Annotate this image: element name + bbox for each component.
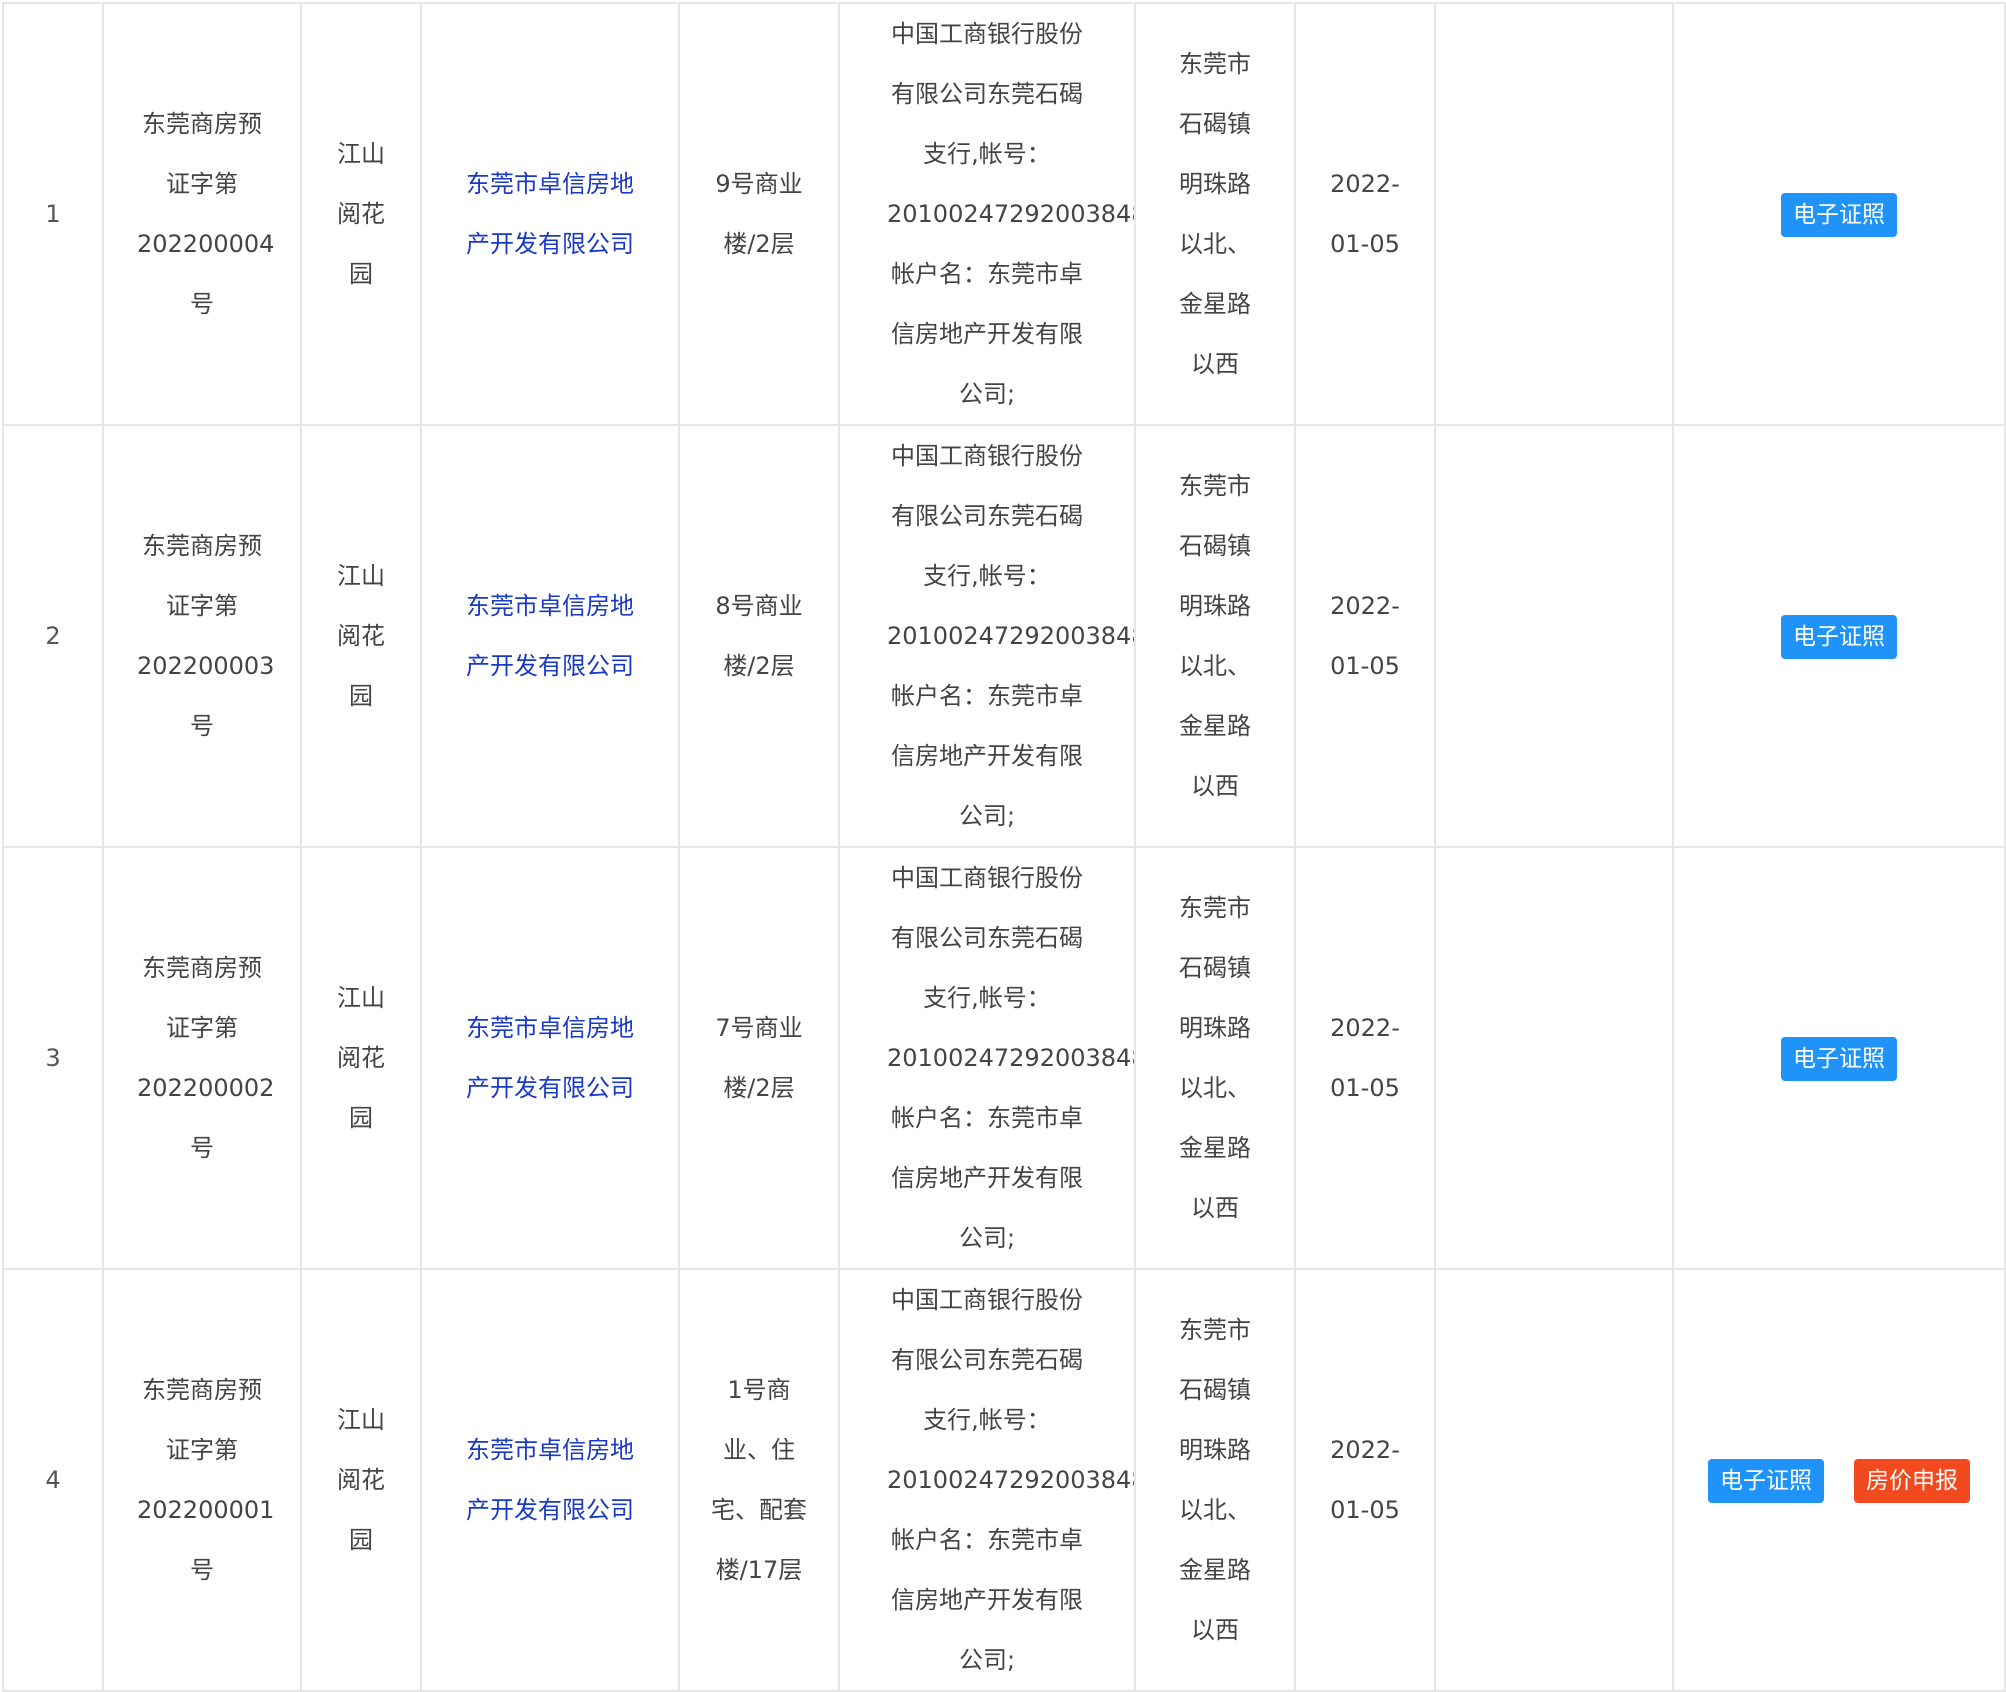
developer-link[interactable]: 东莞市卓信房地产开发有限公司 [460,1420,640,1540]
building-info-cell: 1号商业、住宅、配套楼/17层 [678,1268,840,1692]
permit-number-cell: 东莞商房预证字第202200003号 [102,424,302,848]
project-name: 江山阅花园 [337,1406,385,1554]
bank-account-info-cell: 中国工商银行股份有限公司东莞石碣支行,帐号：201002472920038488… [838,1268,1136,1692]
bank-account-info: 中国工商银行股份有限公司东莞石碣支行,帐号：201002472920038488… [887,442,1133,830]
project-location-cell: 东莞市石碣镇明珠路以北、金星路以西 [1134,2,1296,426]
row-index-cell: 1 [2,2,104,426]
project-location-cell: 东莞市石碣镇明珠路以北、金星路以西 [1134,846,1296,1270]
project-name: 江山阅花园 [337,562,385,710]
project-name-cell: 江山阅花园 [300,846,422,1270]
permit-number: 东莞商房预证字第202200001号 [137,1376,275,1584]
actions-cell: 电子证照 房价申报 [1672,1268,2006,1692]
project-location: 东莞市石碣镇明珠路以北、金星路以西 [1179,50,1251,378]
project-location-cell: 东莞市石碣镇明珠路以北、金星路以西 [1134,1268,1296,1692]
building-info-cell: 7号商业楼/2层 [678,846,840,1270]
row-index: 4 [45,1466,61,1494]
e-license-button[interactable]: 电子证照 [1781,1037,1897,1081]
row-index: 1 [45,200,61,228]
project-location-cell: 东莞市石碣镇明珠路以北、金星路以西 [1134,424,1296,848]
developer-link-cell: 东莞市卓信房地产开发有限公司 [420,424,680,848]
issue-date-cell: 2022-01-05 [1294,846,1436,1270]
empty-cell-cell [1434,2,1674,426]
issue-date: 2022-01-05 [1330,592,1400,680]
table-row: 1 东莞商房预证字第202200004号 江山阅花园 东莞市卓信房地产开发有限公司 9号… [2,2,2006,426]
empty-cell-cell [1434,424,1674,848]
row-index: 2 [45,622,61,650]
project-name-cell: 江山阅花园 [300,424,422,848]
building-info: 9号商业楼/2层 [715,170,803,258]
developer-link[interactable]: 东莞市卓信房地产开发有限公司 [460,154,640,274]
e-license-button[interactable]: 电子证照 [1781,193,1897,237]
developer-link[interactable]: 东莞市卓信房地产开发有限公司 [460,998,640,1118]
developer-link-cell: 东莞市卓信房地产开发有限公司 [420,846,680,1270]
project-name-cell: 江山阅花园 [300,2,422,426]
building-info: 1号商业、住宅、配套楼/17层 [711,1376,807,1584]
building-info: 7号商业楼/2层 [715,1014,803,1102]
row-index-cell: 2 [2,424,104,848]
bank-account-info-cell: 中国工商银行股份有限公司东莞石碣支行,帐号：201002472920038488… [838,2,1136,426]
bank-account-info-cell: 中国工商银行股份有限公司东莞石碣支行,帐号：201002472920038488… [838,424,1136,848]
e-license-button[interactable]: 电子证照 [1781,615,1897,659]
developer-link-cell: 东莞市卓信房地产开发有限公司 [420,2,680,426]
actions-cell: 电子证照 [1672,2,2006,426]
developer-link-cell: 东莞市卓信房地产开发有限公司 [420,1268,680,1692]
permit-number: 东莞商房预证字第202200004号 [137,110,275,318]
actions-cell: 电子证照 [1672,424,2006,848]
table-row: 4 东莞商房预证字第202200001号 江山阅花园 东莞市卓信房地产开发有限公司 1号… [2,1268,2006,1692]
issue-date: 2022-01-05 [1330,1014,1400,1102]
building-info: 8号商业楼/2层 [715,592,803,680]
issue-date: 2022-01-05 [1330,170,1400,258]
project-location: 东莞市石碣镇明珠路以北、金星路以西 [1179,1316,1251,1644]
row-index-cell: 4 [2,1268,104,1692]
bank-account-info: 中国工商银行股份有限公司东莞石碣支行,帐号：201002472920038488… [887,20,1133,408]
table-row: 2 东莞商房预证字第202200003号 江山阅花园 东莞市卓信房地产开发有限公司 8号… [2,424,2006,848]
bank-account-info-cell: 中国工商银行股份有限公司东莞石碣支行,帐号：201002472920038488… [838,846,1136,1270]
issue-date-cell: 2022-01-05 [1294,1268,1436,1692]
table-row: 3 东莞商房预证字第202200002号 江山阅花园 东莞市卓信房地产开发有限公司 7号… [2,846,2006,1270]
project-name-cell: 江山阅花园 [300,1268,422,1692]
project-name: 江山阅花园 [337,984,385,1132]
bank-account-info: 中国工商银行股份有限公司东莞石碣支行,帐号：201002472920038488… [887,864,1133,1252]
building-info-cell: 9号商业楼/2层 [678,2,840,426]
building-info-cell: 8号商业楼/2层 [678,424,840,848]
row-index: 3 [45,1044,61,1072]
project-location: 东莞市石碣镇明珠路以北、金星路以西 [1179,472,1251,800]
permit-number: 东莞商房预证字第202200003号 [137,532,275,740]
actions-cell: 电子证照 [1672,846,2006,1270]
table-body: 1 东莞商房预证字第202200004号 江山阅花园 东莞市卓信房地产开发有限公司 9号… [2,2,2006,1692]
bank-account-info: 中国工商银行股份有限公司东莞石碣支行,帐号：201002472920038488… [887,1286,1133,1674]
row-index-cell: 3 [2,846,104,1270]
permit-number: 东莞商房预证字第202200002号 [137,954,275,1162]
empty-cell-cell [1434,846,1674,1270]
e-license-button[interactable]: 电子证照 [1708,1459,1824,1503]
presale-permit-table: 1 东莞商房预证字第202200004号 江山阅花园 东莞市卓信房地产开发有限公司 9号… [2,2,2006,1692]
presale-permit-table-container: 1 东莞商房预证字第202200004号 江山阅花园 东莞市卓信房地产开发有限公司 9号… [2,2,2006,1692]
issue-date-cell: 2022-01-05 [1294,424,1436,848]
permit-number-cell: 东莞商房预证字第202200004号 [102,2,302,426]
developer-link[interactable]: 东莞市卓信房地产开发有限公司 [460,576,640,696]
project-name: 江山阅花园 [337,140,385,288]
permit-number-cell: 东莞商房预证字第202200002号 [102,846,302,1270]
price-report-button[interactable]: 房价申报 [1854,1459,1970,1503]
project-location: 东莞市石碣镇明珠路以北、金星路以西 [1179,894,1251,1222]
issue-date: 2022-01-05 [1330,1436,1400,1524]
empty-cell-cell [1434,1268,1674,1692]
issue-date-cell: 2022-01-05 [1294,2,1436,426]
permit-number-cell: 东莞商房预证字第202200001号 [102,1268,302,1692]
